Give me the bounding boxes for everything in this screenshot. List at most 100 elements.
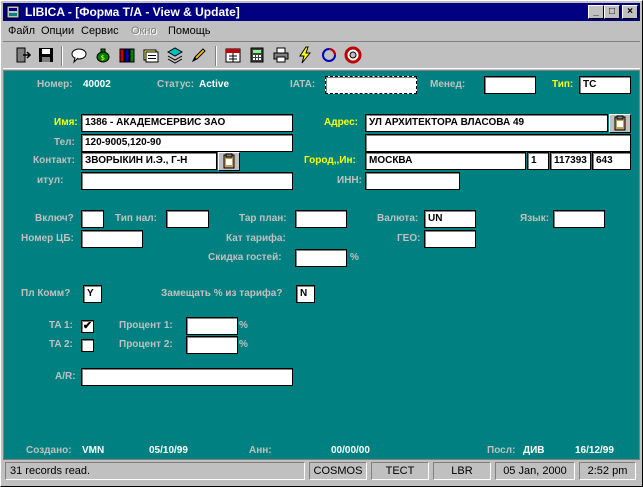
tar-plan-label: Тар план:: [239, 213, 287, 224]
percent2-sign: %: [239, 339, 248, 350]
pl-komm-field[interactable]: Y: [83, 285, 102, 303]
percent2-field[interactable]: [186, 336, 238, 354]
currency-field[interactable]: UN: [424, 210, 476, 228]
iata-field[interactable]: [325, 76, 417, 94]
minimize-button[interactable]: _: [588, 5, 604, 19]
address2-field[interactable]: [365, 134, 631, 152]
percent1-label: Процент 1:: [119, 320, 173, 331]
percent1-field[interactable]: [186, 317, 238, 335]
manager-label: Менед:: [430, 79, 466, 90]
ar-field[interactable]: [81, 368, 293, 386]
calendar-icon[interactable]: [223, 46, 243, 66]
guest-discount-field[interactable]: [295, 249, 347, 267]
stack-icon[interactable]: [165, 46, 185, 66]
lightning-icon[interactable]: [295, 46, 315, 66]
last-modified-by: ДИВ: [523, 445, 545, 456]
created-label: Создано:: [26, 445, 72, 456]
zip-field[interactable]: 117393: [550, 152, 591, 170]
money-bag-icon[interactable]: $: [93, 46, 113, 66]
address-label: Адрес:: [324, 117, 358, 128]
printer-icon[interactable]: [271, 46, 291, 66]
close-button[interactable]: ×: [622, 5, 638, 19]
agent-form: Номер: 40002 Статус: Active IATA: Менед:…: [3, 70, 640, 460]
city-code-field[interactable]: 1: [527, 152, 549, 170]
title-field[interactable]: [81, 172, 293, 190]
ta2-label: TA 2:: [49, 339, 73, 350]
chat-icon[interactable]: [69, 46, 89, 66]
pl-komm-label: Пл Комм?: [21, 288, 71, 299]
inn-field[interactable]: [365, 172, 460, 190]
status-environment: TECT: [371, 462, 429, 480]
status-message: 31 records read.: [5, 462, 305, 480]
cb-number-label: Номер ЦБ:: [21, 233, 74, 244]
manager-field[interactable]: [484, 76, 536, 94]
title-bar[interactable]: LIBICA - [Форма Т/А - View & Update] _ □…: [3, 3, 640, 21]
cb-number-field[interactable]: [81, 230, 143, 248]
last-modified-label: Посл:: [487, 445, 516, 456]
include-field[interactable]: [81, 210, 104, 228]
restore-button[interactable]: □: [604, 5, 620, 19]
tax-type-field[interactable]: [166, 210, 209, 228]
ta1-label: TA 1:: [49, 320, 73, 331]
status-value: Active: [199, 79, 230, 90]
clipboard-icon: [614, 115, 626, 131]
tariff-category-label: Кат тарифа:: [226, 233, 286, 244]
clipboard-icon: [223, 153, 235, 169]
zip-ext-field[interactable]: 643: [592, 152, 631, 170]
language-field[interactable]: [553, 210, 605, 228]
menu-bar: Файл Опции Сервис Окно Помощь: [3, 22, 640, 40]
menu-options[interactable]: Опции: [41, 22, 74, 40]
menu-file[interactable]: Файл: [8, 22, 35, 40]
ann-label: Анн:: [249, 445, 272, 456]
lifebuoy-icon[interactable]: [343, 46, 363, 66]
exit-icon[interactable]: [13, 46, 33, 66]
type-field[interactable]: TC: [579, 76, 631, 94]
calculator-icon[interactable]: [247, 46, 267, 66]
tar-plan-field[interactable]: [295, 210, 347, 228]
status-user: LBR: [433, 462, 491, 480]
name-label: Имя:: [54, 117, 78, 128]
language-label: Язык:: [520, 213, 550, 224]
iata-label: IATA:: [290, 79, 316, 90]
toolbar-separator: [215, 46, 217, 66]
geo-field[interactable]: [424, 230, 476, 248]
menu-service[interactable]: Сервис: [81, 22, 119, 40]
nomer-label: Номер:: [37, 79, 73, 90]
address-lookup-button[interactable]: [609, 114, 631, 133]
pencil-icon[interactable]: [189, 46, 209, 66]
name-field[interactable]: 1386 - АКАДЕМСЕРВИС ЗАО: [81, 114, 293, 132]
folders-icon[interactable]: [141, 46, 161, 66]
status-database: COSMOS: [309, 462, 367, 480]
phone-field[interactable]: 120-9005,120-90: [81, 134, 293, 152]
menu-window[interactable]: Окно: [131, 22, 157, 40]
created-by: VMN: [82, 445, 105, 456]
status-time: 2:52 pm: [579, 462, 636, 480]
contact-lookup-button[interactable]: [218, 152, 240, 171]
geo-label: ГЕО:: [397, 233, 421, 244]
books-icon[interactable]: [117, 46, 137, 66]
replace-percent-label: Замещать % из тарифа?: [161, 288, 283, 299]
address-field[interactable]: УЛ АРХИТЕКТОРА ВЛАСОВА 49: [365, 114, 608, 132]
ann-date: 00/00/00: [331, 445, 370, 456]
app-window: LIBICA - [Форма Т/А - View & Update] _ □…: [0, 0, 643, 487]
nomer-value: 40002: [83, 79, 111, 90]
currency-label: Валюта:: [377, 213, 419, 224]
contact-label: Контакт:: [33, 155, 75, 166]
ta1-checkbox[interactable]: ✔: [81, 320, 94, 333]
menu-help[interactable]: Помощь: [168, 22, 211, 40]
status-label: Статус:: [157, 79, 195, 90]
ta2-checkbox[interactable]: [81, 339, 94, 352]
ar-label: A/R:: [55, 371, 76, 382]
contact-field[interactable]: ЗВОРЫКИН И.Э., Г-Н: [81, 152, 217, 170]
replace-percent-field[interactable]: N: [296, 285, 315, 303]
save-icon[interactable]: [36, 46, 56, 66]
recycle-icon[interactable]: [319, 46, 339, 66]
city-field[interactable]: МОСКВА: [365, 152, 526, 170]
svg-text:$: $: [101, 54, 105, 62]
title-label: итул:: [37, 175, 64, 186]
percent-sign: %: [350, 252, 359, 263]
percent2-label: Процент 2:: [119, 339, 173, 350]
created-date: 05/10/99: [149, 445, 188, 456]
include-label: Включ?: [35, 213, 74, 224]
guest-discount-label: Скидка гостей:: [208, 252, 282, 263]
